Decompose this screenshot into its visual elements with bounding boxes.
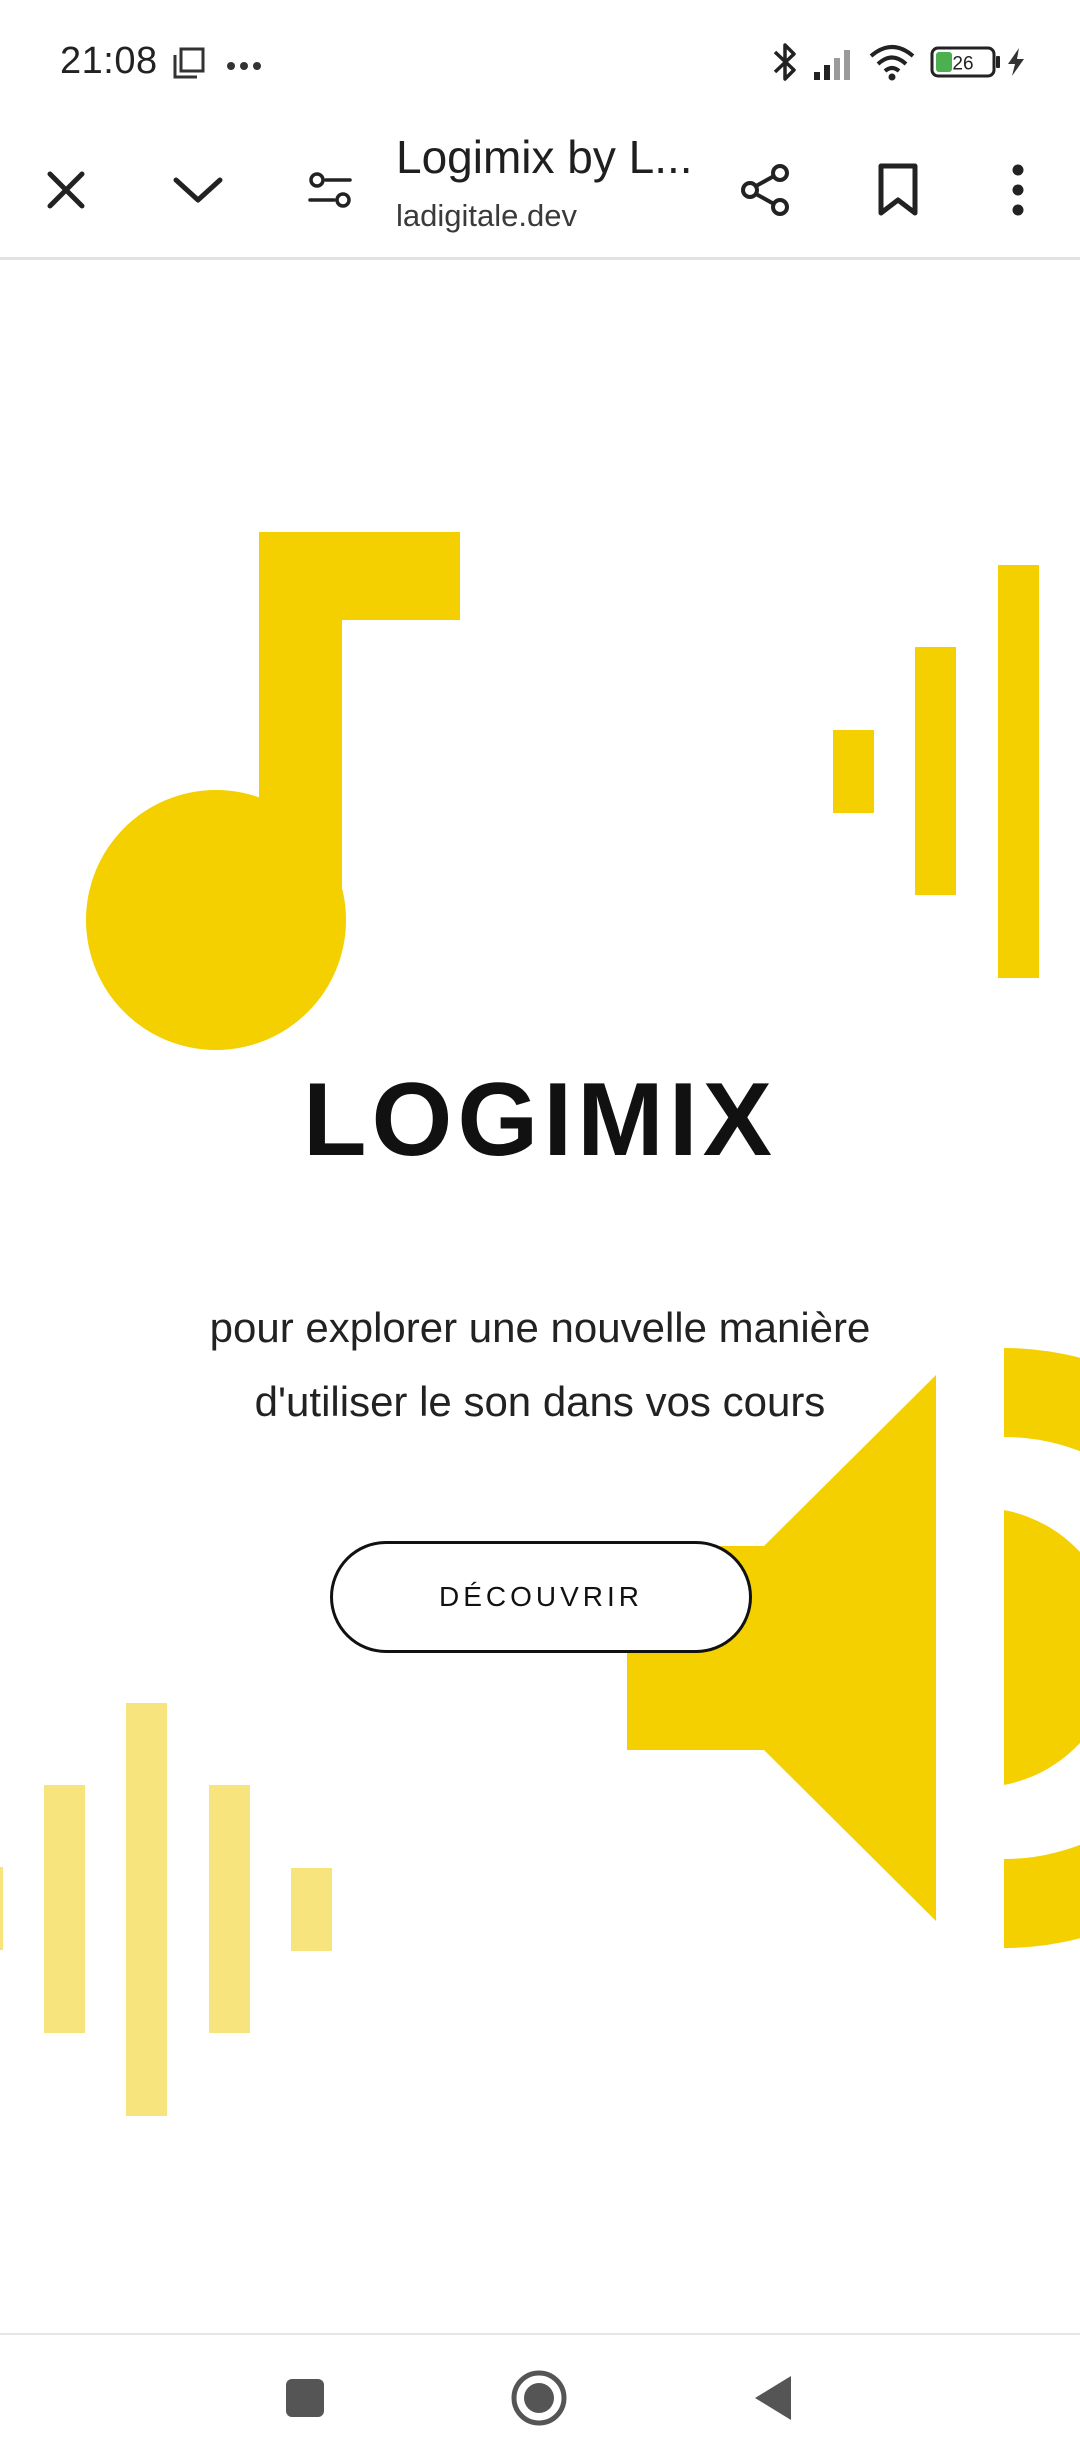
more-vert-icon bbox=[1012, 164, 1024, 216]
more-options-button[interactable] bbox=[958, 120, 1078, 260]
sound-wave-icon bbox=[0, 1703, 332, 2116]
page-url[interactable]: ladigitale.dev bbox=[396, 198, 577, 234]
site-settings-icon bbox=[308, 172, 352, 208]
bookmark-icon bbox=[878, 163, 918, 216]
home-button[interactable] bbox=[489, 2353, 589, 2443]
minimize-button[interactable] bbox=[138, 120, 258, 260]
close-icon bbox=[47, 171, 85, 209]
recents-button[interactable] bbox=[255, 2353, 355, 2443]
more-icon bbox=[226, 58, 262, 76]
back-button[interactable] bbox=[723, 2353, 823, 2443]
hero-subtitle: pour explorer une nouvelle manière d'uti… bbox=[209, 1304, 871, 1425]
close-tab-button[interactable] bbox=[6, 120, 126, 260]
battery-icon: 26 bbox=[930, 46, 1002, 83]
wifi-icon bbox=[868, 42, 916, 87]
navigation-bar bbox=[0, 2333, 1080, 2460]
share-icon bbox=[741, 164, 789, 216]
page-title[interactable]: Logimix by L... bbox=[396, 130, 706, 184]
back-icon bbox=[755, 2376, 791, 2420]
screen: 21:08 26 Logimix by L... ladigitale.dev … bbox=[0, 0, 1080, 2460]
music-note-icon bbox=[86, 532, 460, 1050]
status-time: 21:08 bbox=[60, 40, 158, 82]
charging-icon bbox=[1004, 46, 1028, 83]
hero-title: LOGIMIX bbox=[302, 1062, 778, 1178]
chevron-down-icon bbox=[173, 177, 223, 203]
bluetooth-icon bbox=[770, 40, 800, 89]
page-content: LOGIMIX pour explorer une nouvelle maniè… bbox=[0, 263, 1080, 2333]
signal-icon bbox=[812, 44, 858, 87]
home-icon bbox=[511, 2370, 567, 2426]
share-button[interactable] bbox=[706, 120, 826, 260]
battery-level: 26 bbox=[952, 54, 973, 75]
bookmark-button[interactable] bbox=[838, 120, 958, 260]
sound-bars-icon bbox=[833, 565, 1039, 978]
status-bar: 21:08 26 bbox=[0, 0, 1080, 120]
recents-icon bbox=[286, 2379, 324, 2417]
site-settings-button[interactable] bbox=[270, 120, 390, 260]
screenshot-icon bbox=[172, 46, 206, 85]
browser-toolbar: Logimix by L... ladigitale.dev bbox=[0, 120, 1080, 260]
discover-button[interactable]: DÉCOUVRIR bbox=[330, 1541, 752, 1653]
